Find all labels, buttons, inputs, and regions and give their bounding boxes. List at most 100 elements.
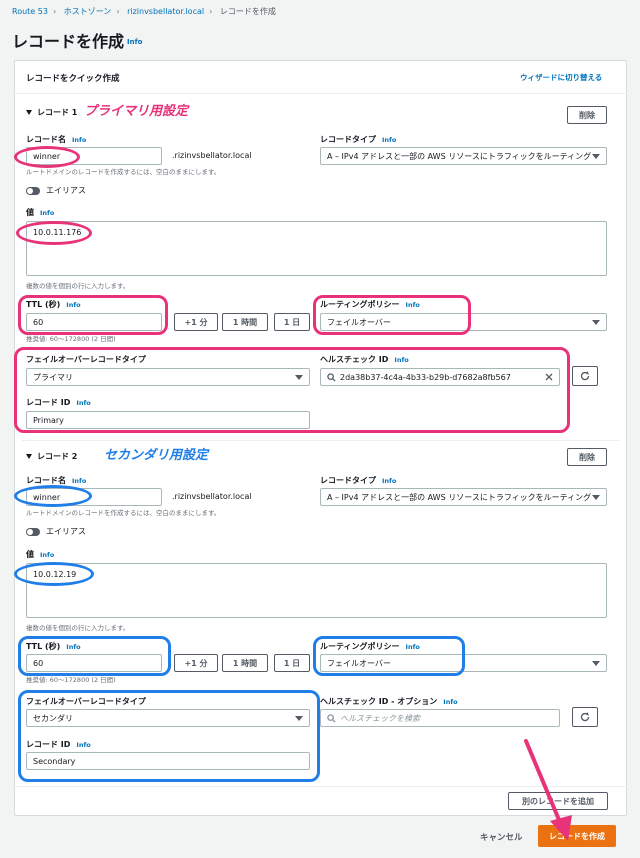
record-divider xyxy=(22,440,619,441)
info-link[interactable]: Info xyxy=(406,301,420,309)
record1-header-label: レコード 1 xyxy=(37,108,78,117)
info-link[interactable]: Info xyxy=(382,136,396,144)
record2-value-textarea[interactable]: 10.0.12.19 xyxy=(26,563,607,618)
record2-healthcheck-label: ヘルスチェック ID - オプション Info xyxy=(320,696,458,707)
info-link[interactable]: Info xyxy=(40,209,54,217)
record1-annotation: プライマリ用設定 xyxy=(84,104,189,119)
record2-delete-button[interactable]: 削除 xyxy=(567,448,607,466)
record2-routing-label: ルーティングポリシー Info xyxy=(320,641,420,652)
chevron-right-icon: › xyxy=(209,7,213,16)
toggle-icon xyxy=(26,527,40,536)
record1-header[interactable]: レコード 1 xyxy=(26,107,77,118)
search-icon xyxy=(327,713,336,723)
refresh-icon xyxy=(580,371,590,381)
page-info-link[interactable]: Info xyxy=(127,38,142,46)
record2-routing-select[interactable]: フェイルオーバー xyxy=(320,654,607,672)
record1-failover-value: プライマリ xyxy=(33,372,73,382)
breadcrumb-zone[interactable]: rizinvsbellator.local xyxy=(127,7,204,16)
chevron-down-icon xyxy=(295,374,303,380)
annotation-arrow-icon xyxy=(524,739,572,841)
record1-value-label: 値 Info xyxy=(26,207,54,218)
info-link[interactable]: Info xyxy=(406,643,420,651)
info-link[interactable]: Info xyxy=(72,477,86,485)
alias-label: エイリアス xyxy=(46,527,86,536)
record-type-label-text: レコードタイプ xyxy=(320,135,376,144)
record2-1day-button[interactable]: 1 日 xyxy=(274,654,310,672)
info-link[interactable]: Info xyxy=(76,741,90,749)
record2-ttl-hint: 推奨値: 60～172800 (2 日間) xyxy=(26,676,116,684)
breadcrumb: Route 53 › ホストゾーン › rizinvsbellator.local ›… xyxy=(12,6,276,17)
info-link[interactable]: Info xyxy=(76,399,90,407)
recordid-label-text: レコード ID xyxy=(26,740,71,749)
chevron-down-icon xyxy=(592,153,600,159)
record2-healthcheck-placeholder: ヘルスチェックを検索 xyxy=(340,713,420,723)
chevron-right-icon: › xyxy=(116,7,120,16)
record1-ttl-label: TTL (秒) Info xyxy=(26,299,81,310)
record1-healthcheck-label: ヘルスチェック ID Info xyxy=(320,354,409,365)
caret-down-icon xyxy=(26,454,32,459)
record2-recordid-input[interactable]: Secondary xyxy=(26,752,310,770)
info-link[interactable]: Info xyxy=(66,301,80,309)
record1-ttl-input[interactable]: 60 xyxy=(26,313,162,331)
record2-name-hint: ルートドメインのレコードを作成するには、空白のままにします。 xyxy=(26,509,221,517)
info-link[interactable]: Info xyxy=(66,643,80,651)
record-type-label-text: レコードタイプ xyxy=(320,476,376,485)
record2-annotation: セカンダリ用設定 xyxy=(104,448,209,463)
info-link[interactable]: Info xyxy=(394,356,408,364)
record1-type-label: レコードタイプ Info xyxy=(320,134,396,145)
record1-recordid-input[interactable]: Primary xyxy=(26,411,310,429)
record1-plus1min-button[interactable]: +1 分 xyxy=(174,313,218,331)
record2-refresh-button[interactable] xyxy=(572,707,598,727)
record1-domain-suffix: .rizinvsbellator.local xyxy=(172,151,252,160)
record1-routing-label: ルーティングポリシー Info xyxy=(320,299,420,310)
record1-delete-button[interactable]: 削除 xyxy=(567,106,607,124)
info-link[interactable]: Info xyxy=(72,136,86,144)
ttl-label-text: TTL (秒) xyxy=(26,642,61,651)
switch-to-wizard-link[interactable]: ウィザードに切り替える xyxy=(520,72,602,83)
record-name-label-text: レコード名 xyxy=(26,135,66,144)
breadcrumb-route53[interactable]: Route 53 xyxy=(12,7,48,16)
record1-value-hint: 複数の値を個別の行に入力します。 xyxy=(26,282,130,290)
healthcheck-optional-label-text: ヘルスチェック ID - オプション xyxy=(320,697,438,706)
record1-1day-button[interactable]: 1 日 xyxy=(274,313,310,331)
record1-routing-value: フェイルオーバー xyxy=(327,317,391,327)
record2-healthcheck-field: ヘルスチェックを検索 xyxy=(327,713,420,724)
record1-healthcheck-input[interactable]: 2da38b37-4c4a-4b33-b29b-d7682a8fb567 xyxy=(320,368,560,386)
info-link[interactable]: Info xyxy=(382,477,396,485)
record1-1hour-button[interactable]: 1 時間 xyxy=(222,313,268,331)
record2-ttl-input[interactable]: 60 xyxy=(26,654,162,672)
close-icon[interactable] xyxy=(545,373,553,381)
record2-header-label: レコード 2 xyxy=(37,452,78,461)
record2-failover-label: フェイルオーバーレコードタイプ xyxy=(26,697,146,706)
value-label-text: 値 xyxy=(26,208,34,217)
chevron-down-icon xyxy=(592,494,600,500)
record2-domain-suffix: .rizinvsbellator.local xyxy=(172,492,252,501)
record1-refresh-button[interactable] xyxy=(572,366,598,386)
record2-plus1min-button[interactable]: +1 分 xyxy=(174,654,218,672)
breadcrumb-current: レコードを作成 xyxy=(219,7,276,16)
record1-healthcheck-field: 2da38b37-4c4a-4b33-b29b-d7682a8fb567 xyxy=(327,373,511,382)
info-link[interactable]: Info xyxy=(40,551,54,559)
record1-type-select[interactable]: A – IPv4 アドレスと一部の AWS リソースにトラフィックをルーティング… xyxy=(320,147,607,165)
record1-value-textarea[interactable]: 10.0.11.176 xyxy=(26,221,607,276)
record2-name-input[interactable]: winner xyxy=(26,488,162,506)
breadcrumb-hosted-zones[interactable]: ホストゾーン xyxy=(64,7,112,16)
record2-failover-select[interactable]: セカンダリ xyxy=(26,709,310,727)
record1-alias-toggle[interactable]: エイリアス xyxy=(26,185,86,196)
record2-healthcheck-input[interactable]: ヘルスチェックを検索 xyxy=(320,709,560,727)
record2-1hour-button[interactable]: 1 時間 xyxy=(222,654,268,672)
record1-name-input[interactable]: winner xyxy=(26,147,162,165)
record1-name-label: レコード名 Info xyxy=(26,134,86,145)
record2-ttl-label: TTL (秒) Info xyxy=(26,641,81,652)
chevron-down-icon xyxy=(592,319,600,325)
record2-header[interactable]: レコード 2 xyxy=(26,451,77,462)
search-icon xyxy=(327,372,336,382)
record1-name-hint: ルートドメインのレコードを作成するには、空白のままにします。 xyxy=(26,168,221,176)
routing-label-text: ルーティングポリシー xyxy=(320,642,400,651)
info-link[interactable]: Info xyxy=(443,698,457,706)
record2-alias-toggle[interactable]: エイリアス xyxy=(26,526,86,537)
value-label-text: 値 xyxy=(26,550,34,559)
record1-failover-select[interactable]: プライマリ xyxy=(26,368,310,386)
record2-type-select[interactable]: A – IPv4 アドレスと一部の AWS リソースにトラフィックをルーティング… xyxy=(320,488,607,506)
record1-routing-select[interactable]: フェイルオーバー xyxy=(320,313,607,331)
